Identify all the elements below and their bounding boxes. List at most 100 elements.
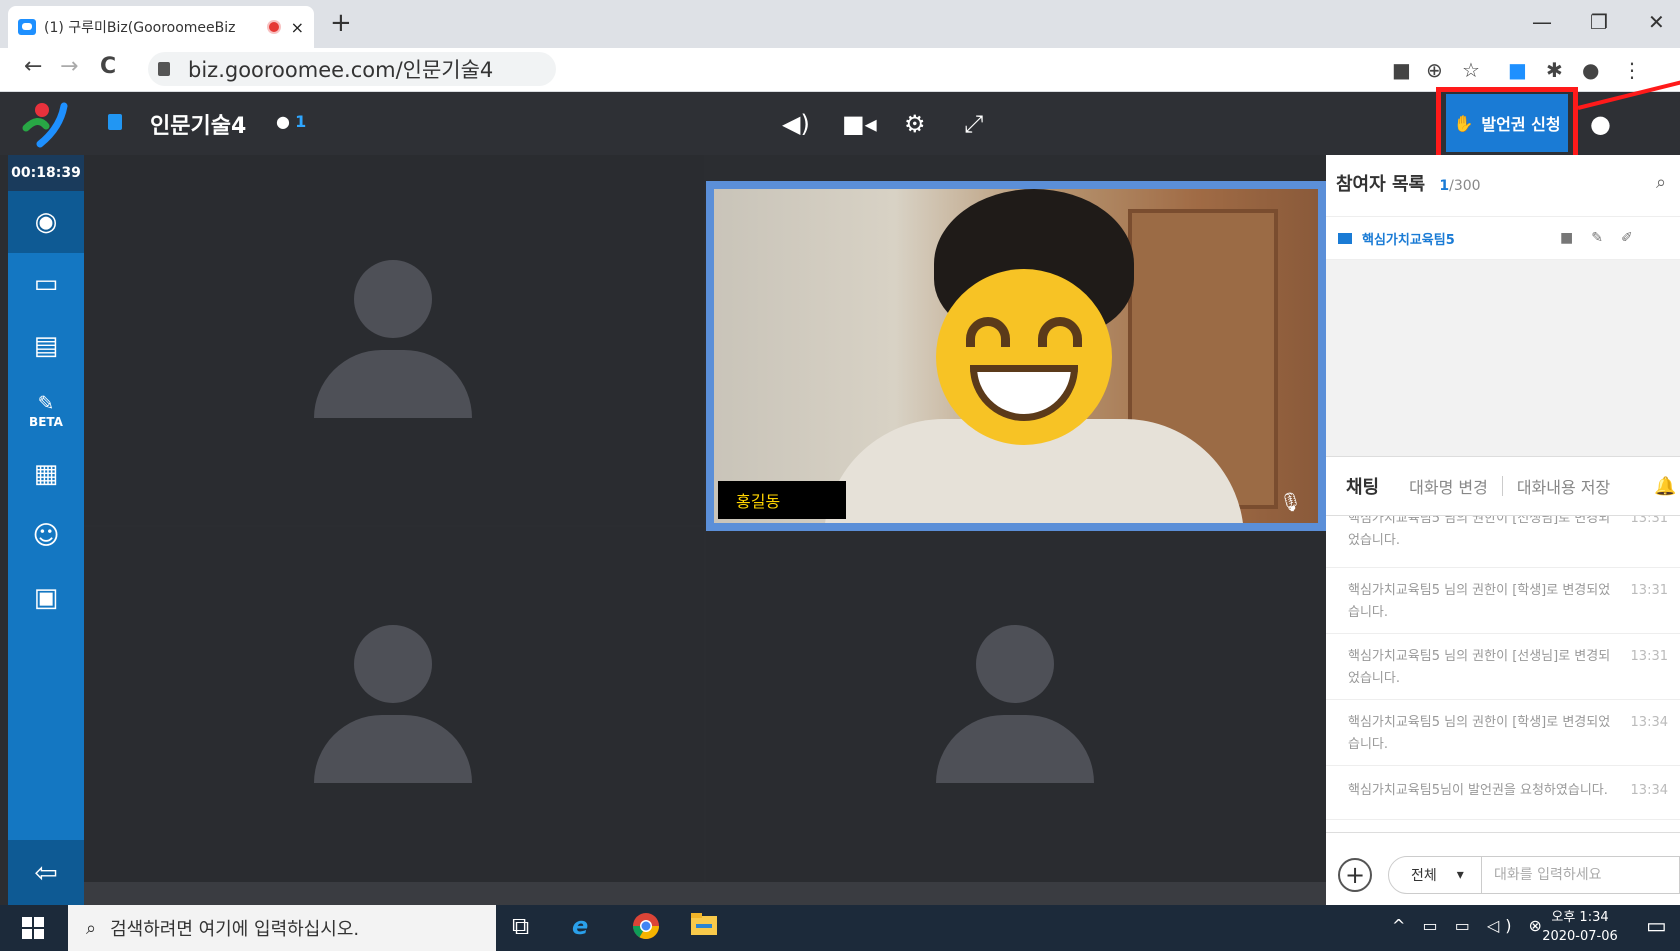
participants-toggle-icon[interactable]: ● bbox=[1590, 110, 1611, 138]
notification-icon[interactable]: ▭ bbox=[1646, 914, 1667, 939]
participant-name-label: 홍길동 bbox=[718, 481, 846, 519]
tab-close-button[interactable]: × bbox=[291, 18, 304, 37]
taskbar-search[interactable]: ⌕ 검색하려면 여기에 입력하십시오. bbox=[68, 905, 496, 951]
participant-list-empty-area bbox=[1326, 260, 1680, 456]
recording-icon bbox=[266, 20, 281, 34]
beta-label: BETA bbox=[29, 415, 63, 429]
camera-icon[interactable]: ■◂ bbox=[842, 110, 877, 138]
browser-menu-icon[interactable]: ⋮ bbox=[1622, 58, 1642, 82]
user-placeholder-icon bbox=[314, 260, 474, 420]
camera-indicator-icon[interactable]: ■ bbox=[1392, 58, 1411, 82]
active-video-cell[interactable]: 홍길동 🎙 bbox=[706, 181, 1326, 531]
gooroomee-extension-icon[interactable]: ■ bbox=[1508, 58, 1527, 82]
chat-message-list[interactable]: 핵심가치교육팀5 님의 권한이 [선생님]로 변경되었습니다. 13:31 핵심가… bbox=[1326, 516, 1680, 831]
host-crown-icon bbox=[1338, 232, 1352, 244]
speaker-icon[interactable]: ◀) bbox=[782, 110, 810, 138]
chat-message: 핵심가치교육팀5님이 발언권을 요청하였습니다. 13:34 bbox=[1326, 766, 1680, 820]
contact-card-icon: ▣ bbox=[33, 583, 59, 613]
participant-controls[interactable]: ■✎✐ bbox=[1560, 230, 1651, 246]
room-lock-icon bbox=[108, 114, 122, 130]
user-placeholder-icon bbox=[314, 624, 474, 785]
settings-gear-icon[interactable]: ⚙ bbox=[904, 110, 926, 138]
calendar-clock-icon: ▦ bbox=[33, 459, 59, 489]
add-attachment-button[interactable]: + bbox=[1338, 858, 1372, 892]
chat-target-value: 전체 bbox=[1411, 868, 1437, 884]
chat-header: 채팅 대화명 변경 대화내용 저장 bbox=[1326, 456, 1680, 516]
chat-message: 핵심가치교육팀5 님의 권한이 [선생님]로 변경되었습니다. 13:31 bbox=[1326, 634, 1680, 700]
extensions-icon[interactable]: ✱ bbox=[1546, 58, 1563, 82]
restore-button[interactable]: ❐ bbox=[1590, 10, 1608, 34]
new-tab-button[interactable]: + bbox=[330, 8, 352, 38]
face-cover-emoji-icon bbox=[936, 269, 1112, 445]
task-view-icon[interactable]: ⧉ bbox=[512, 912, 529, 940]
install-icon[interactable]: ⊕ bbox=[1426, 58, 1443, 82]
bell-icon[interactable]: 🔔 bbox=[1654, 476, 1676, 497]
gooroomee-logo[interactable] bbox=[8, 92, 84, 155]
sidebar-item-beta[interactable]: ✎ BETA bbox=[8, 377, 84, 443]
note-edit-icon: ✎ bbox=[37, 391, 55, 415]
sidebar-item-schedule[interactable]: ▦ bbox=[8, 443, 84, 505]
participant-count: ● 1 bbox=[276, 112, 306, 131]
profile-icon[interactable]: ● bbox=[1582, 58, 1599, 82]
minimize-button[interactable]: — bbox=[1532, 10, 1552, 34]
person-icon: ● bbox=[276, 112, 290, 131]
rename-button[interactable]: 대화명 변경 bbox=[1409, 474, 1488, 498]
chrome-icon[interactable] bbox=[632, 912, 660, 946]
clock-date: 2020-07-06 bbox=[1542, 929, 1618, 944]
user-placeholder-icon bbox=[936, 624, 1096, 785]
participant-video: 홍길동 🎙 bbox=[714, 189, 1318, 523]
sidebar-item-screen-share[interactable]: ▭ bbox=[8, 253, 84, 315]
mic-muted-icon: 🎙 bbox=[1279, 492, 1302, 513]
participant-list-title: 참여자 목록 1/300 bbox=[1336, 170, 1481, 196]
participant-list-count: 1/300 bbox=[1439, 178, 1481, 194]
participant-name: 핵심가치교육팀5 bbox=[1362, 232, 1455, 248]
fullscreen-icon[interactable]: ⤢ bbox=[964, 110, 983, 138]
reload-button[interactable]: C bbox=[100, 54, 116, 79]
window-close-button[interactable]: ✕ bbox=[1648, 10, 1665, 34]
bookmark-star-icon[interactable]: ☆ bbox=[1462, 58, 1480, 82]
highlight-box bbox=[1436, 87, 1578, 165]
grid-bottom-bar bbox=[84, 882, 1326, 905]
monitor-icon: ▭ bbox=[33, 269, 59, 299]
taskbar-search-placeholder: 검색하려면 여기에 입력하십시오. bbox=[110, 919, 360, 940]
smiley-icon: ☺ bbox=[32, 521, 60, 551]
chat-message: 핵심가치교육팀5 님의 권한이 [학생]로 변경되었습니다. 13:31 bbox=[1326, 568, 1680, 634]
tab-title: (1) 구루미Biz(GooroomeeBiz bbox=[44, 20, 236, 36]
url-text: biz.gooroomee.com/인문기술4 bbox=[188, 58, 494, 82]
lock-icon bbox=[158, 62, 170, 76]
app-header bbox=[0, 92, 1680, 155]
sidebar-item-emoji[interactable]: ☺ bbox=[8, 505, 84, 567]
sidebar-item-contact[interactable]: ▣ bbox=[8, 567, 84, 629]
chat-message-input[interactable] bbox=[1482, 856, 1680, 894]
exit-icon: ⇦ bbox=[34, 856, 58, 889]
internet-explorer-icon[interactable]: e bbox=[572, 912, 588, 940]
save-chat-button[interactable]: 대화내용 저장 bbox=[1517, 474, 1610, 498]
system-tray[interactable]: ^ ▭ ▭ ◁) ⊗ bbox=[1392, 916, 1548, 935]
sidebar-item-profile[interactable]: ◉ bbox=[8, 191, 84, 253]
chat-title: 채팅 bbox=[1346, 477, 1380, 498]
windows-start-icon[interactable] bbox=[22, 917, 44, 939]
participant-search-icon[interactable]: ⌕ bbox=[1656, 172, 1666, 193]
user-circle-icon: ◉ bbox=[34, 207, 58, 237]
exit-button[interactable]: ⇦ bbox=[8, 840, 84, 905]
sidebar-item-board[interactable]: ▤ bbox=[8, 315, 84, 377]
participant-count-value: 1 bbox=[295, 112, 307, 131]
session-timer: 00:18:39 bbox=[8, 155, 84, 191]
chat-message: 핵심가치교육팀5 님의 권한이 [학생]로 변경되었습니다. 13:34 bbox=[1326, 700, 1680, 766]
taskbar-clock[interactable]: 오후 1:34 2020-07-06 bbox=[1540, 908, 1620, 946]
video-cell-empty bbox=[84, 527, 704, 882]
forward-button[interactable]: → bbox=[60, 54, 78, 79]
url-field[interactable]: biz.gooroomee.com/인문기술4 bbox=[148, 52, 556, 86]
clipboard-icon: ▤ bbox=[33, 331, 59, 361]
chat-message: 핵심가치교육팀5 님의 권한이 [선생님]로 변경되었습니다. 13:31 bbox=[1326, 516, 1680, 568]
file-explorer-icon[interactable] bbox=[690, 912, 718, 942]
back-button[interactable]: ← bbox=[24, 54, 42, 79]
browser-tab[interactable]: (1) 구루미Biz(GooroomeeBiz × bbox=[8, 6, 314, 48]
clock-time: 오후 1:34 bbox=[1551, 910, 1609, 925]
chevron-down-icon: ▾ bbox=[1456, 867, 1464, 883]
participant-list-label: 참여자 목록 bbox=[1336, 174, 1426, 195]
chat-target-select[interactable]: 전체 ▾ bbox=[1388, 856, 1482, 894]
search-icon: ⌕ bbox=[86, 917, 97, 939]
video-cell-empty bbox=[706, 527, 1326, 882]
video-cell-empty bbox=[84, 155, 704, 525]
